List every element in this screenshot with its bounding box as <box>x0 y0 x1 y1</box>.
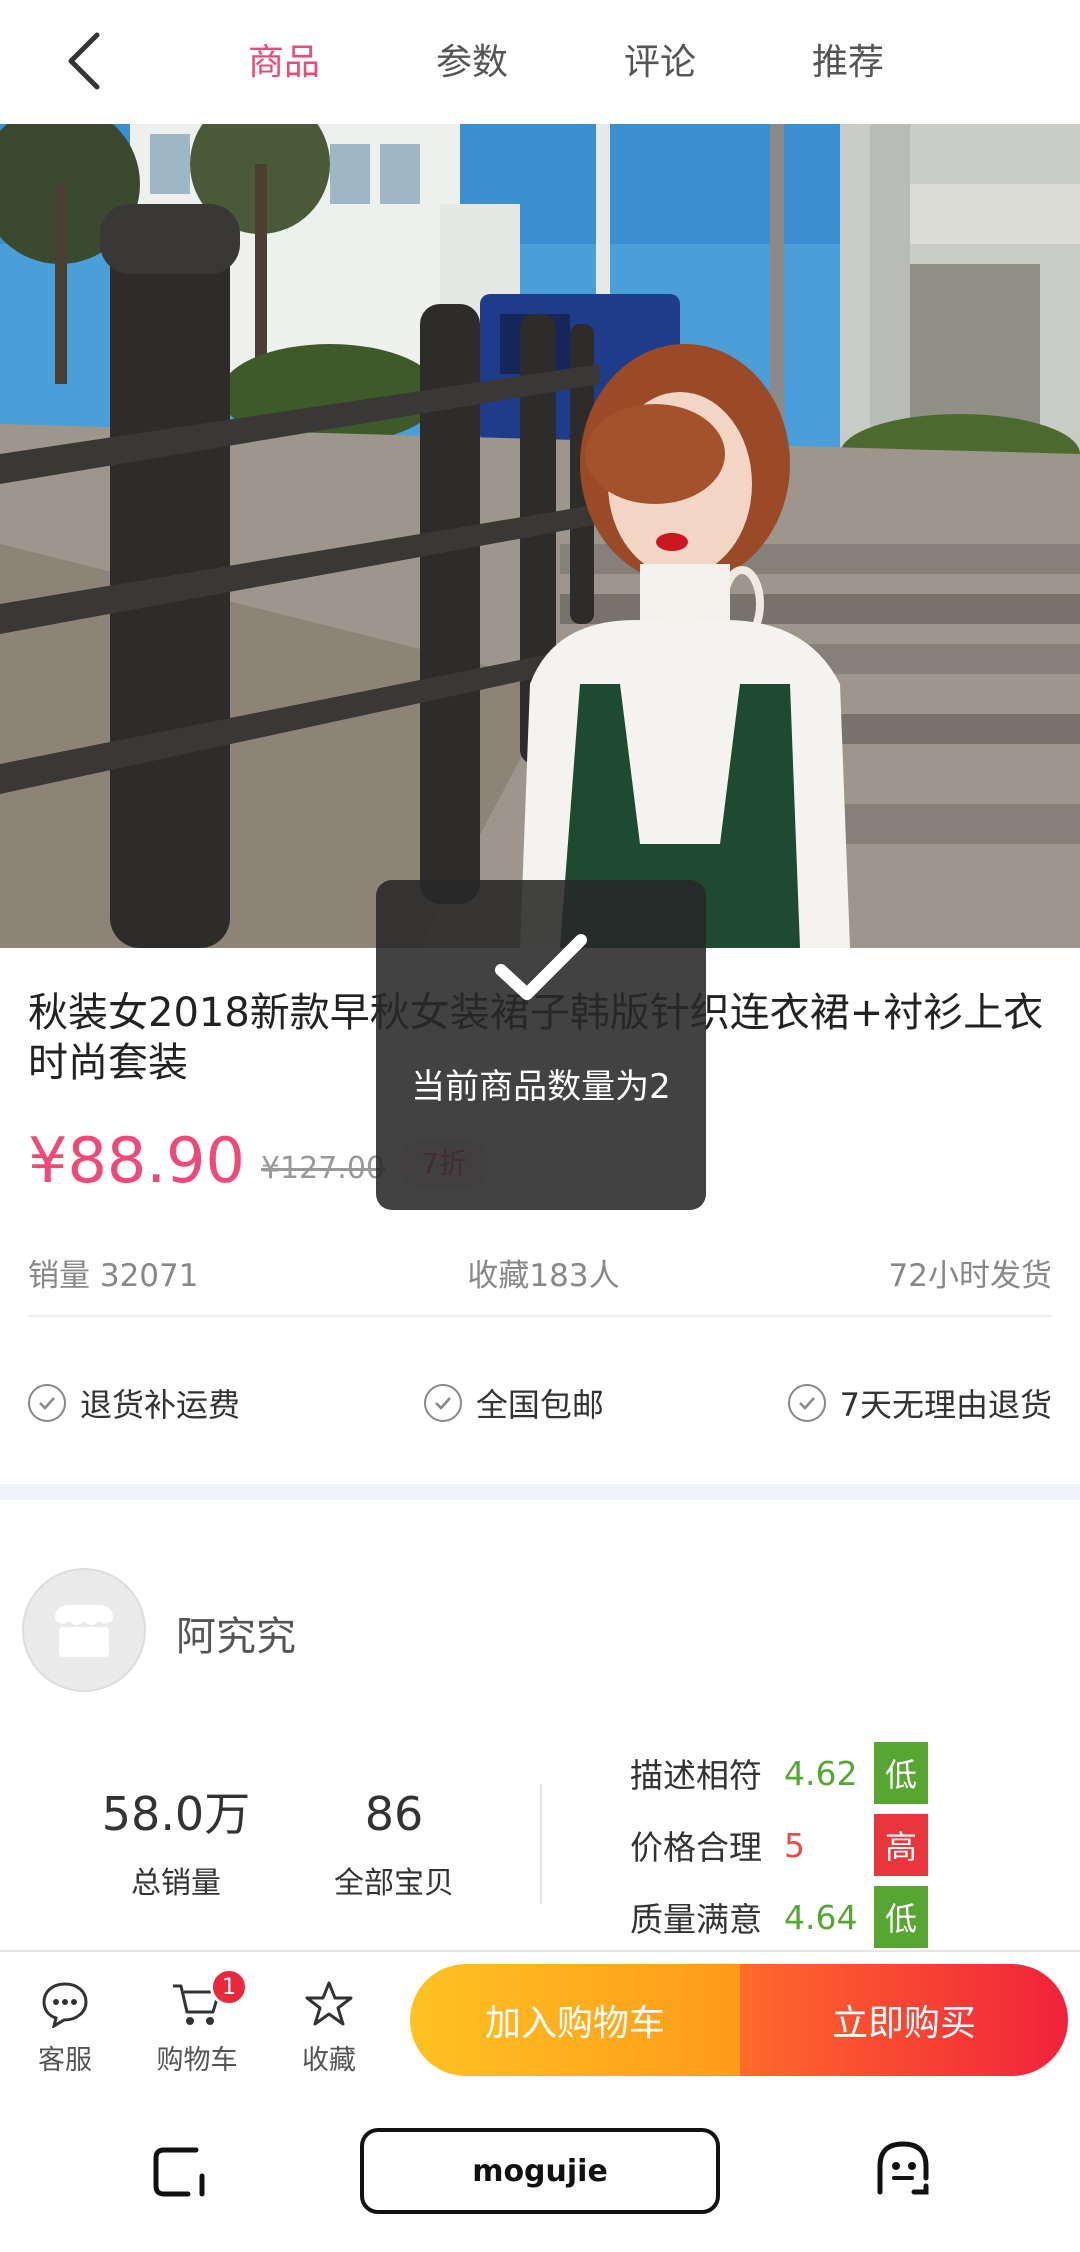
rating-label: 描述相符 <box>630 1756 762 1795</box>
service-label: 7天无理由退货 <box>839 1386 1052 1424</box>
tab-product[interactable]: 商品 <box>190 28 378 98</box>
rating-label: 质量满意 <box>630 1900 762 1939</box>
checkmark-icon <box>495 934 587 1000</box>
shop-total-sales: 58.0万 总销量 <box>76 1784 276 1902</box>
chat-bubble-icon <box>42 1982 88 2028</box>
divider <box>540 1784 542 1904</box>
square-corner-icon <box>153 2147 205 2197</box>
star-icon <box>305 1981 353 2026</box>
rating-score: 5 <box>784 1825 805 1865</box>
product-stats: 销量 32071 收藏183人 72小时发货 <box>28 1250 1052 1300</box>
toast-message: 当前商品数量为2 <box>411 1067 671 1107</box>
top-bar: 商品 参数 评论 推荐 <box>0 0 1080 124</box>
purchase-buttons: 加入购物车 立即购买 <box>410 1964 1068 2076</box>
home-pill-button[interactable]: mogujie <box>360 2128 720 2214</box>
rating-score: 4.64 <box>784 1897 858 1937</box>
toast-notification: 当前商品数量为2 <box>376 880 706 1210</box>
tab-bar: 商品 参数 评论 推荐 <box>190 28 942 98</box>
section-separator <box>0 1484 1080 1500</box>
add-to-cart-button[interactable]: 加入购物车 <box>410 1964 740 2076</box>
shop-avatar[interactable] <box>22 1568 146 1692</box>
sales-count: 销量 32071 <box>28 1258 199 1294</box>
service-label: 退货补运费 <box>80 1386 241 1424</box>
back-button[interactable] <box>50 26 120 96</box>
tab-recommend[interactable]: 推荐 <box>754 28 942 98</box>
store-icon <box>55 1605 113 1657</box>
shop-total-sales-label: 总销量 <box>131 1866 221 1901</box>
cart-count-badge: 1 <box>210 1968 248 2006</box>
shop-items-label: 全部宝贝 <box>334 1866 454 1901</box>
current-price: ¥88.90 <box>28 1124 245 1197</box>
tab-params[interactable]: 参数 <box>378 28 566 98</box>
rating-description: 描述相符 4.62 低 <box>630 1742 928 1804</box>
shop-all-items[interactable]: 86 全部宝贝 <box>294 1784 494 1902</box>
recent-apps-button[interactable] <box>150 2142 210 2202</box>
rating-label: 价格合理 <box>630 1828 762 1867</box>
service-item: 全国包邮 <box>423 1378 604 1428</box>
chevron-left-icon <box>68 32 100 90</box>
assistant-button[interactable] <box>870 2136 936 2202</box>
favorite-label: 收藏 <box>302 2045 356 2076</box>
shipping-time: 72小时发货 <box>888 1258 1052 1294</box>
customer-service-button[interactable]: 客服 <box>10 1976 120 2077</box>
service-label: 全国包邮 <box>475 1386 604 1424</box>
original-price: ¥127.00 <box>260 1151 386 1186</box>
rating-quality: 质量满意 4.64 低 <box>630 1886 928 1948</box>
system-nav-bar: mogujie <box>0 2092 1080 2252</box>
service-guarantees[interactable]: 退货补运费 全国包邮 7天无理由退货 <box>28 1378 1052 1428</box>
buy-now-button[interactable]: 立即购买 <box>740 1964 1068 2076</box>
tab-reviews[interactable]: 评论 <box>566 28 754 98</box>
product-detail-page: 商品 参数 评论 推荐 秋装女2018新款早秋女装裙子韩版针织连衣裙+衬衫上衣时… <box>0 0 1080 2252</box>
service-item: 退货补运费 <box>28 1378 240 1428</box>
home-pill-label: mogujie <box>472 2153 608 2189</box>
rating-level-badge: 低 <box>874 1742 928 1804</box>
check-circle-icon <box>423 1384 462 1422</box>
rating-price: 价格合理 5 高 <box>630 1814 928 1876</box>
rating-score: 4.62 <box>784 1753 858 1793</box>
check-circle-icon <box>787 1384 826 1422</box>
ghost-face-icon <box>877 2141 929 2195</box>
rating-level-badge: 高 <box>874 1814 928 1876</box>
shop-total-sales-value: 58.0万 <box>101 1787 251 1841</box>
service-item: 7天无理由退货 <box>787 1378 1052 1428</box>
divider <box>28 1315 1052 1317</box>
cart-label: 购物车 <box>156 2045 238 2076</box>
favorite-button[interactable]: 收藏 <box>274 1976 384 2077</box>
shop-items-value: 86 <box>364 1787 424 1841</box>
rating-level-badge: 低 <box>874 1886 928 1948</box>
product-image[interactable] <box>0 124 1080 948</box>
check-circle-icon <box>28 1384 66 1422</box>
customer-service-label: 客服 <box>38 2045 92 2076</box>
cart-button[interactable]: 1 购物车 <box>142 1968 252 2077</box>
shop-name[interactable]: 阿究究 <box>176 1604 296 1662</box>
favorite-count: 收藏183人 <box>467 1258 620 1294</box>
